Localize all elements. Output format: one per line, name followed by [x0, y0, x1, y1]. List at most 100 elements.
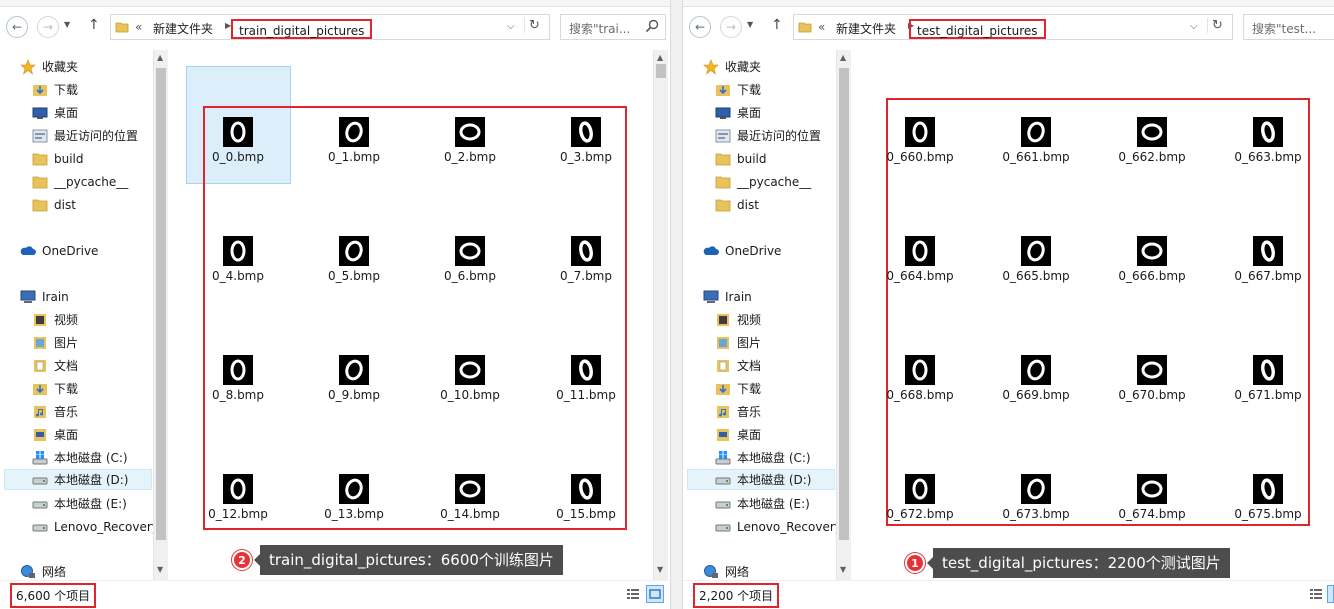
breadcrumb-overflow[interactable]: « [135, 20, 142, 34]
large-icons-view-icon[interactable] [1327, 585, 1334, 603]
file-item[interactable]: 0_671.bmp [1213, 355, 1323, 402]
file-item[interactable]: 0_664.bmp [865, 236, 975, 283]
sidebar-item-desktop-pc[interactable]: 桌面 [32, 424, 78, 445]
scroll-down-arrow[interactable]: ▼ [157, 565, 163, 574]
forward-button[interactable]: → [37, 16, 59, 38]
sidebar-item-drive-e[interactable]: 本地磁盘 (E:) [715, 493, 810, 514]
file-item[interactable]: 0_14.bmp [415, 474, 525, 521]
search-box[interactable]: 搜索"trai... [560, 14, 666, 40]
breadcrumb-current-folder[interactable]: test_digital_pictures [909, 19, 1046, 39]
breadcrumb-overflow[interactable]: « [818, 20, 825, 34]
breadcrumb-parent[interactable]: 新建文件夹 [836, 20, 896, 37]
forward-button[interactable]: → [720, 16, 742, 38]
file-item[interactable]: 0_4.bmp [183, 236, 293, 283]
sidebar-item-drive-d[interactable]: 本地磁盘 (D:) [687, 469, 835, 490]
refresh-icon[interactable]: ↻ [524, 18, 544, 33]
file-item[interactable]: 0_669.bmp [981, 355, 1091, 402]
address-dropdown[interactable]: ⌵ [507, 21, 515, 32]
sidebar-item-drive-c[interactable]: 本地磁盘 (C:) [715, 447, 811, 468]
sidebar-item-videos[interactable]: 视频 [715, 309, 761, 330]
sidebar-item-onedrive[interactable]: OneDrive [703, 240, 781, 261]
file-item[interactable]: 0_9.bmp [299, 355, 409, 402]
sidebar-item-pycache[interactable]: __pycache__ [715, 171, 811, 192]
refresh-icon[interactable]: ↻ [1207, 18, 1227, 33]
file-item[interactable]: 0_665.bmp [981, 236, 1091, 283]
sidebar-item-dist[interactable]: dist [715, 194, 759, 215]
sidebar-item-music[interactable]: 音乐 [32, 401, 78, 422]
file-item[interactable]: 0_661.bmp [981, 117, 1091, 164]
address-bar[interactable]: « 新建文件夹 ▶ train_digital_pictures ⌵ [110, 14, 524, 40]
sidebar-item-desktop[interactable]: 桌面 [715, 102, 761, 123]
sidebar-item-downloads-pc[interactable]: 下载 [32, 378, 78, 399]
sidebar-item-desktop[interactable]: 桌面 [32, 102, 78, 123]
sidebar-item-pictures[interactable]: 图片 [32, 332, 78, 353]
file-item[interactable]: 0_672.bmp [865, 474, 975, 521]
sidebar-item-onedrive[interactable]: OneDrive [20, 240, 98, 261]
file-item[interactable]: 0_674.bmp [1097, 474, 1207, 521]
file-item[interactable]: 0_670.bmp [1097, 355, 1207, 402]
sidebar-item-lenovo-recovery[interactable]: Lenovo_Recovery [715, 516, 842, 537]
sidebar-scrollbar[interactable]: ▲ ▼ [836, 50, 851, 580]
sidebar-item-pictures[interactable]: 图片 [715, 332, 761, 353]
sidebar-item-favorites[interactable]: 收藏夹 [20, 56, 78, 77]
file-item[interactable]: 0_15.bmp [531, 474, 641, 521]
sidebar-item-build[interactable]: build [32, 148, 84, 169]
sidebar-item-favorites[interactable]: 收藏夹 [703, 56, 761, 77]
file-item[interactable]: 0_7.bmp [531, 236, 641, 283]
large-icons-view-icon[interactable] [646, 585, 664, 603]
sidebar-scrollbar[interactable]: ▲ ▼ [153, 50, 168, 580]
address-dropdown[interactable]: ⌵ [1190, 21, 1198, 32]
file-item[interactable]: 0_660.bmp [865, 117, 975, 164]
details-view-icon[interactable] [624, 585, 642, 603]
sidebar-item-lenovo-recovery[interactable]: Lenovo_Recovery [32, 516, 159, 537]
file-item[interactable]: 0_1.bmp [299, 117, 409, 164]
file-item[interactable]: 0_12.bmp [183, 474, 293, 521]
sidebar-item-this-pc[interactable]: Irain [703, 286, 752, 307]
content-scrollbar[interactable]: ▲ ▼ [653, 50, 668, 580]
file-item[interactable]: 0_663.bmp [1213, 117, 1323, 164]
file-item[interactable]: 0_5.bmp [299, 236, 409, 283]
sidebar-item-desktop-pc[interactable]: 桌面 [715, 424, 761, 445]
sidebar-item-this-pc[interactable]: Irain [20, 286, 69, 307]
recent-locations-dropdown[interactable]: ▼ [747, 20, 753, 29]
back-button[interactable]: ← [6, 16, 28, 38]
sidebar-item-drive-c[interactable]: 本地磁盘 (C:) [32, 447, 128, 468]
file-item[interactable]: 0_2.bmp [415, 117, 525, 164]
up-button[interactable]: ↑ [88, 17, 100, 33]
address-bar[interactable]: « 新建文件夹 ▶ test_digital_pictures ⌵ [793, 14, 1207, 40]
search-box[interactable]: 搜索"test... [1243, 14, 1334, 40]
scroll-thumb[interactable] [839, 68, 849, 540]
scroll-thumb[interactable] [656, 64, 666, 78]
search-icon[interactable] [645, 19, 659, 36]
sidebar-item-music[interactable]: 音乐 [715, 401, 761, 422]
recent-locations-dropdown[interactable]: ▼ [64, 20, 70, 29]
sidebar-item-build[interactable]: build [715, 148, 767, 169]
breadcrumb-parent[interactable]: 新建文件夹 [153, 20, 213, 37]
sidebar-item-drive-d[interactable]: 本地磁盘 (D:) [4, 469, 152, 490]
file-item[interactable]: 0_13.bmp [299, 474, 409, 521]
back-button[interactable]: ← [689, 16, 711, 38]
file-item[interactable]: 0_3.bmp [531, 117, 641, 164]
scroll-up-arrow[interactable]: ▲ [657, 53, 663, 62]
sidebar-item-downloads-pc[interactable]: 下载 [715, 378, 761, 399]
sidebar-item-documents[interactable]: 文档 [715, 355, 761, 376]
breadcrumb-current-folder[interactable]: train_digital_pictures [231, 19, 373, 39]
sidebar-item-network[interactable]: 网络 [20, 561, 66, 580]
file-item[interactable]: 0_673.bmp [981, 474, 1091, 521]
file-item[interactable]: 0_667.bmp [1213, 236, 1323, 283]
sidebar-item-drive-e[interactable]: 本地磁盘 (E:) [32, 493, 127, 514]
sidebar-item-dist[interactable]: dist [32, 194, 76, 215]
details-view-icon[interactable] [1307, 585, 1325, 603]
sidebar-item-recent[interactable]: 最近访问的位置 [715, 125, 821, 146]
file-item[interactable]: 0_0.bmp [183, 117, 293, 164]
file-item[interactable]: 0_6.bmp [415, 236, 525, 283]
file-item[interactable]: 0_668.bmp [865, 355, 975, 402]
scroll-down-arrow[interactable]: ▼ [840, 565, 846, 574]
sidebar-item-network[interactable]: 网络 [703, 561, 749, 580]
sidebar-item-downloads[interactable]: 下载 [32, 79, 78, 100]
scroll-up-arrow[interactable]: ▲ [840, 53, 846, 62]
sidebar-item-downloads[interactable]: 下载 [715, 79, 761, 100]
file-item[interactable]: 0_666.bmp [1097, 236, 1207, 283]
scroll-down-arrow[interactable]: ▼ [657, 565, 663, 574]
scroll-up-arrow[interactable]: ▲ [157, 53, 163, 62]
